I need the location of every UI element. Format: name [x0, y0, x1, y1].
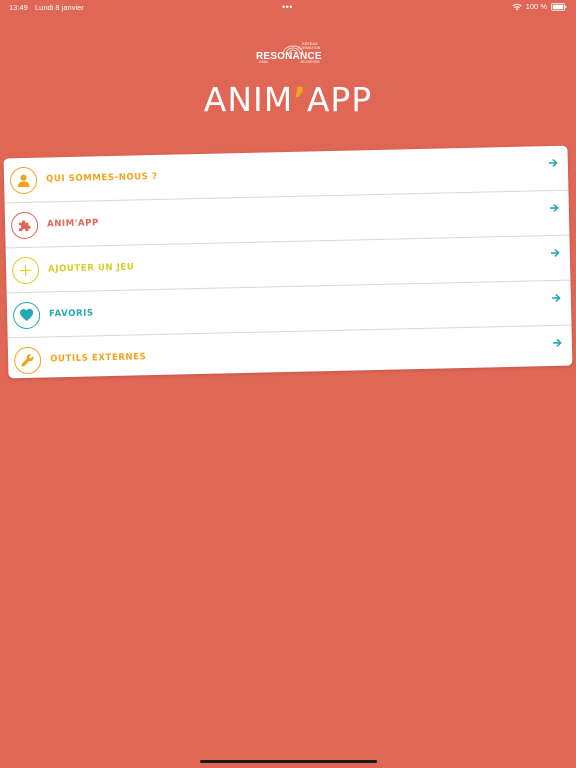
- heart-icon: [12, 301, 41, 329]
- person-icon: [9, 166, 38, 194]
- title-apostrophe: ’: [293, 80, 307, 119]
- logo-text-asbl: ASBL: [259, 60, 269, 64]
- status-date: Lundi 8 janvier: [35, 3, 84, 12]
- title-part-1: ANIM: [203, 80, 294, 119]
- arrow-right-icon: [549, 199, 559, 217]
- menu-item-label: ANIM'APP: [46, 218, 99, 230]
- title-part-2: APP: [306, 80, 373, 119]
- menu-item-label: FAVORIS: [49, 308, 94, 320]
- arrow-right-icon: [552, 334, 562, 352]
- resonance-logo: RÉSEAU FORMATION RESONANCE JEUNESSE ASBL: [256, 40, 322, 72]
- arrow-right-icon: [550, 244, 560, 262]
- main-menu: QUI SOMMES-NOUS ? ANIM'APP AJOUTER UN JE: [3, 145, 573, 379]
- wrench-icon: [13, 346, 42, 374]
- status-right: 100 %: [512, 2, 567, 11]
- menu-item-label: AJOUTER UN JEU: [47, 262, 135, 275]
- page-title: ANIM’APP: [0, 80, 576, 119]
- plus-icon: [11, 256, 40, 284]
- battery-icon: [551, 2, 567, 11]
- menu-item-label: QUI SOMMES-NOUS ?: [45, 171, 158, 185]
- multitask-dots[interactable]: •••: [282, 2, 293, 12]
- arrow-right-icon: [548, 154, 558, 172]
- menu-item-label: OUTILS EXTERNES: [50, 352, 147, 365]
- arrow-right-icon: [551, 289, 561, 307]
- puzzle-icon: [10, 211, 39, 239]
- wifi-icon: [512, 3, 522, 11]
- battery-percentage: 100 %: [525, 2, 547, 11]
- status-bar: 13:49 Lundi 8 janvier ••• 100 %: [0, 0, 576, 14]
- home-indicator[interactable]: [200, 760, 377, 763]
- logo-text-jeunesse: JEUNESSE: [300, 60, 321, 64]
- status-time: 13:49: [9, 3, 28, 12]
